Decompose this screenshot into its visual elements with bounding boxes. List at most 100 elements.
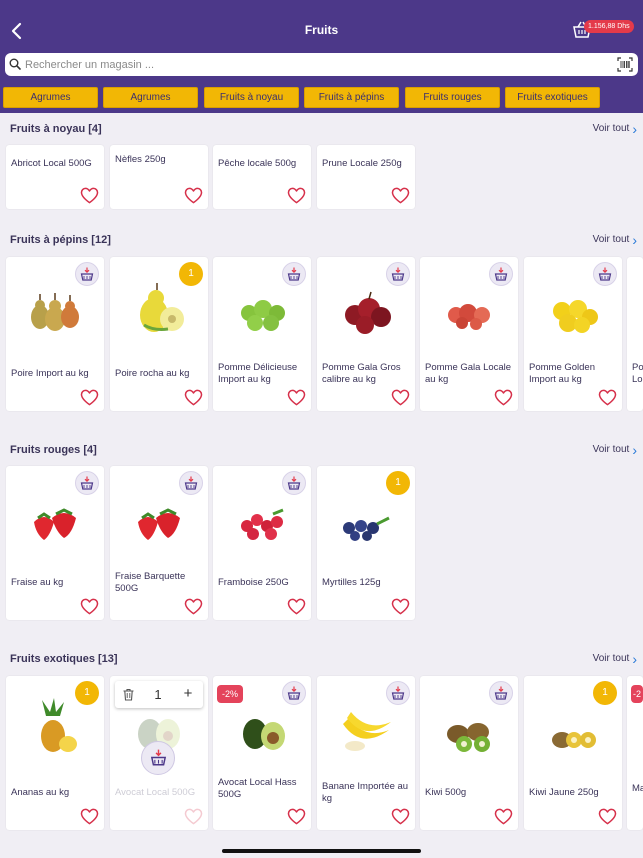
product-card[interactable]: Pomme Délicieuse Import au kg: [213, 257, 311, 411]
product-name: Prune Locale 250g: [322, 158, 402, 169]
search-bar[interactable]: [5, 53, 638, 76]
product-name: Kiwi Jaune 250g: [529, 787, 599, 798]
heart-icon[interactable]: [184, 389, 203, 406]
add-to-basket-button[interactable]: [489, 262, 513, 286]
heart-icon[interactable]: [287, 389, 306, 406]
add-to-basket-button[interactable]: [75, 471, 99, 495]
product-name: Myrtilles 125g: [322, 577, 381, 588]
heart-icon[interactable]: [184, 808, 203, 825]
in-cart-quantity-badge[interactable]: 1: [386, 471, 410, 495]
chip-fruits-rouges[interactable]: Fruits rouges: [405, 87, 500, 108]
barcode-scan-icon[interactable]: [617, 57, 633, 72]
search-input[interactable]: [25, 55, 605, 74]
heart-icon[interactable]: [80, 389, 99, 406]
add-to-basket-button[interactable]: [489, 681, 513, 705]
product-name: Kiwi 500g: [425, 787, 467, 798]
product-card[interactable]: Fraise au kg: [6, 466, 104, 620]
chip-fruits-a-noyau[interactable]: Fruits à noyau: [204, 87, 299, 108]
heart-icon[interactable]: [80, 598, 99, 615]
product-name: Pêche locale 500g: [218, 158, 297, 169]
product-card[interactable]: Pomme Gala Locale au kg: [420, 257, 518, 411]
add-to-basket-button[interactable]: [593, 262, 617, 286]
see-all-link-fruits-exotiques[interactable]: Voir tout ›: [593, 652, 637, 666]
product-name: Poire Import au kg: [11, 368, 89, 379]
product-card[interactable]: 1 Poire rocha au kg: [110, 257, 208, 411]
in-cart-quantity-badge[interactable]: 1: [593, 681, 617, 705]
see-all-label: Voir tout: [592, 444, 630, 455]
chip-agrumes[interactable]: Agrumes: [3, 87, 98, 108]
heart-icon[interactable]: [391, 187, 410, 204]
product-card[interactable]: Nèfles 250g: [110, 145, 208, 209]
promo-badge: -2%: [217, 685, 244, 703]
product-card[interactable]: Prune Locale 250g: [317, 145, 415, 209]
product-name: Pomme Golden Import au kg: [529, 362, 596, 385]
add-to-basket-button[interactable]: [75, 262, 99, 286]
heart-icon[interactable]: [391, 598, 410, 615]
product-name: Poire rocha au kg: [115, 368, 190, 379]
add-to-basket-button[interactable]: [282, 471, 306, 495]
add-to-basket-button[interactable]: [386, 681, 410, 705]
chevron-right-icon: ›: [632, 120, 637, 137]
heart-icon[interactable]: [598, 808, 617, 825]
quantity-value: 1: [154, 687, 162, 702]
promo-badge: -2: [631, 685, 643, 703]
product-card[interactable]: Framboise 250G: [213, 466, 311, 620]
product-name: Ma: [632, 783, 643, 794]
product-card[interactable]: 1 Myrtilles 125g: [317, 466, 415, 620]
heart-icon[interactable]: [184, 598, 203, 615]
chip-fruits-a-pepins[interactable]: Fruits à pépins: [304, 87, 399, 108]
heart-icon[interactable]: [494, 389, 513, 406]
see-all-link-fruits-a-noyau[interactable]: Voir tout ›: [592, 120, 637, 137]
product-name: Pomme Gala Locale au kg: [425, 362, 512, 385]
heart-icon[interactable]: [287, 598, 306, 615]
section-title-fruits-a-pepins: Fruits à pépins [12]: [10, 234, 111, 246]
heart-icon[interactable]: [391, 808, 410, 825]
chevron-right-icon: ›: [632, 441, 637, 458]
product-card[interactable]: Banane Importée au kg: [317, 676, 415, 830]
section-title-fruits-a-noyau: Fruits à noyau [4]: [10, 123, 102, 135]
add-to-basket-button[interactable]: [282, 681, 306, 705]
product-card-partial[interactable]: -2 Ma: [627, 676, 643, 830]
product-name: Ananas au kg: [11, 787, 70, 798]
heart-icon[interactable]: [391, 389, 410, 406]
quantity-stepper[interactable]: 1 +: [115, 681, 203, 708]
product-card[interactable]: 1 Kiwi Jaune 250g: [524, 676, 622, 830]
product-name: Avocat Local Hass 500G: [218, 777, 297, 800]
search-icon: [9, 58, 21, 70]
page-title: Fruits: [304, 23, 339, 37]
product-card[interactable]: -2% Avocat Local Hass 500G: [213, 676, 311, 830]
increment-button[interactable]: +: [180, 685, 196, 702]
heart-icon[interactable]: [287, 808, 306, 825]
cart-total-badge[interactable]: 1.156,88 Dhs: [584, 20, 634, 33]
heart-icon[interactable]: [184, 187, 203, 204]
heart-icon[interactable]: [80, 808, 99, 825]
product-card[interactable]: Pomme Gala Gros calibre au kg: [317, 257, 415, 411]
product-card[interactable]: Poire Import au kg: [6, 257, 104, 411]
add-to-basket-button[interactable]: [179, 471, 203, 495]
see-all-label: Voir tout: [592, 123, 630, 134]
add-to-basket-button[interactable]: [141, 741, 175, 775]
in-cart-quantity-badge[interactable]: 1: [179, 262, 203, 286]
trash-icon[interactable]: [122, 688, 135, 701]
heart-icon[interactable]: [287, 187, 306, 204]
product-card[interactable]: 1 Ananas au kg: [6, 676, 104, 830]
chip-agrumes-2[interactable]: Agrumes: [103, 87, 198, 108]
see-all-link-fruits-rouges[interactable]: Voir tout ›: [592, 441, 637, 458]
product-card[interactable]: Pêche locale 500g: [213, 145, 311, 209]
see-all-link-fruits-a-pepins[interactable]: Voir tout ›: [593, 233, 637, 247]
heart-icon[interactable]: [80, 187, 99, 204]
heart-icon[interactable]: [598, 389, 617, 406]
add-to-basket-button[interactable]: [386, 262, 410, 286]
in-cart-quantity-badge[interactable]: 1: [75, 681, 99, 705]
product-card[interactable]: Abricot Local 500G: [6, 145, 104, 209]
product-card-partial[interactable]: Po Lo: [627, 257, 643, 411]
app-header: Fruits 1.156,88 Dhs Agrumes Agrumes Frui…: [0, 0, 643, 113]
product-card[interactable]: Kiwi 500g: [420, 676, 518, 830]
chip-fruits-exotiques[interactable]: Fruits exotiques: [505, 87, 600, 108]
add-to-basket-button[interactable]: [282, 262, 306, 286]
product-card[interactable]: Pomme Golden Import au kg: [524, 257, 622, 411]
product-name: Abricot Local 500G: [11, 158, 92, 169]
heart-icon[interactable]: [494, 808, 513, 825]
product-card[interactable]: Fraise Barquette 500G: [110, 466, 208, 620]
product-name: Framboise 250G: [218, 577, 289, 588]
